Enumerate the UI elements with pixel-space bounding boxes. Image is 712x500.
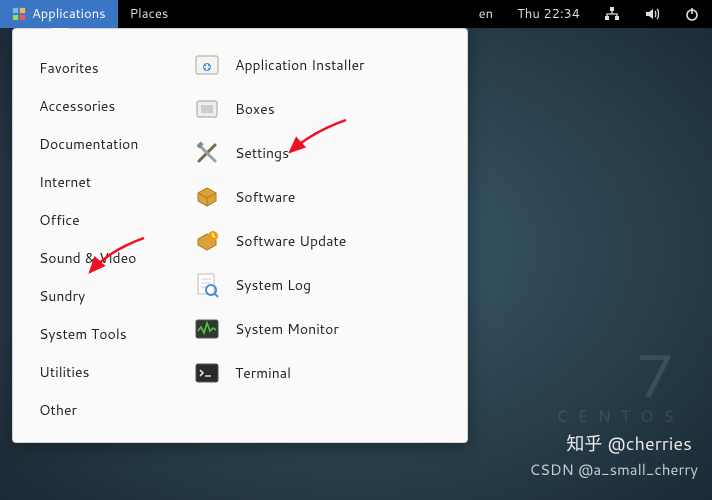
places-label: Places [130,5,169,23]
applications-menu-button[interactable]: Applications [0,0,118,28]
category-office[interactable]: Office [39,201,165,239]
lang-indicator[interactable]: en [467,0,505,28]
category-list: Favorites Accessories Documentation Inte… [13,29,175,442]
clock[interactable]: Thu 22:34 [505,0,592,28]
category-favorites[interactable]: Favorites [39,49,165,87]
brand-seven: 7 [556,345,684,405]
settings-icon [193,139,221,167]
app-label: Boxes [235,99,275,119]
watermark-csdn: CSDN @a_small_cherry [529,459,698,480]
syslog-icon [193,271,221,299]
app-boxes[interactable]: Boxes [183,87,459,131]
app-system-monitor[interactable]: System Monitor [183,307,459,351]
sysmon-icon [193,315,221,343]
app-software[interactable]: Software [183,175,459,219]
watermark-zhihu: 知乎 @cherries [566,430,692,456]
update-icon [193,227,221,255]
app-label: System Monitor [235,319,339,339]
app-label: Software [235,187,295,207]
app-software-update[interactable]: Software Update [183,219,459,263]
category-utilities[interactable]: Utilities [39,353,165,391]
category-system-tools[interactable]: System Tools [39,315,165,353]
software-icon [193,183,221,211]
app-settings[interactable]: Settings [183,131,459,175]
volume-icon[interactable] [632,0,672,28]
category-sundry[interactable]: Sundry [39,277,165,315]
applications-menu-panel: Favorites Accessories Documentation Inte… [12,28,468,443]
brand-centos: CENTOS [556,405,684,428]
app-terminal[interactable]: Terminal [183,351,459,395]
app-system-log[interactable]: System Log [183,263,459,307]
applications-icon [12,7,26,21]
centos-brand: 7 CENTOS [556,345,684,428]
category-other[interactable]: Other [39,391,165,429]
app-label: Application Installer [235,55,364,75]
app-label: Terminal [235,363,291,383]
category-accessories[interactable]: Accessories [39,87,165,125]
category-sound-video[interactable]: Sound & Video [39,239,165,277]
app-label: Settings [235,143,289,163]
applications-label: Applications [32,5,106,23]
app-label: Software Update [235,231,346,251]
boxes-icon [193,95,221,123]
top-bar: Applications Places en Thu 22:34 [0,0,712,28]
power-icon[interactable] [672,0,712,28]
terminal-icon [193,359,221,387]
app-label: System Log [235,275,311,295]
category-documentation[interactable]: Documentation [39,125,165,163]
places-menu-button[interactable]: Places [118,0,181,28]
installer-icon [193,51,221,79]
network-icon[interactable] [592,0,632,28]
app-application-installer[interactable]: Application Installer [183,43,459,87]
application-list: Application Installer Boxes Settings Sof… [175,29,467,442]
category-internet[interactable]: Internet [39,163,165,201]
